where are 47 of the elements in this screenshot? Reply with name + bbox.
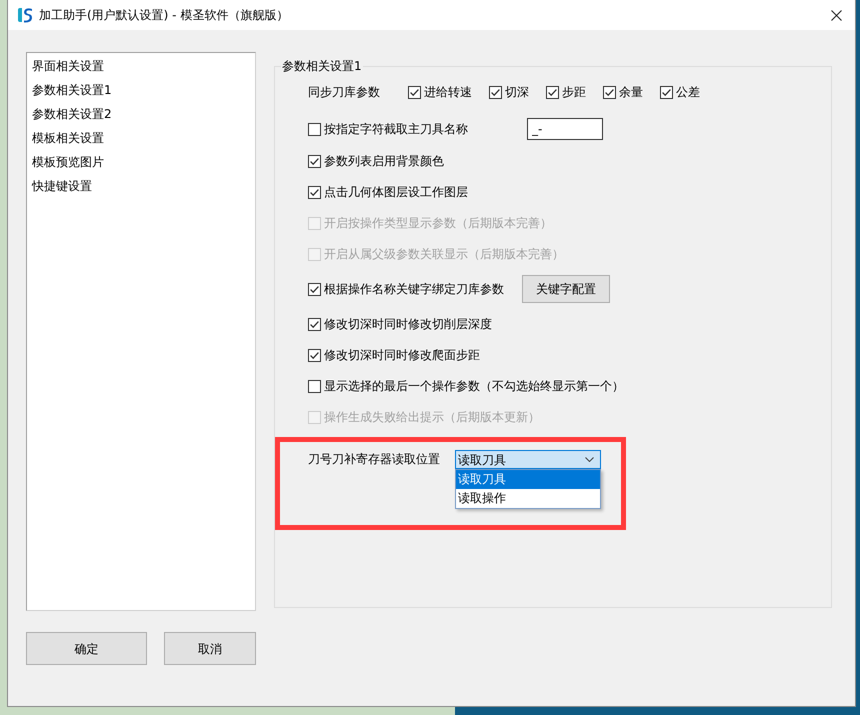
sidebar-item[interactable]: 界面相关设置	[27, 54, 255, 78]
checkbox[interactable]	[308, 380, 321, 392]
checkbox-label: 切深	[505, 84, 529, 100]
chevron-down-icon	[585, 457, 594, 462]
dropdown-option[interactable]: 读取操作	[456, 489, 600, 508]
sidebar-item[interactable]: 参数相关设置2	[27, 102, 255, 126]
checkbox[interactable]	[308, 122, 321, 136]
window-title: 加工助手(用户默认设置) - 模圣软件（旗舰版）	[39, 7, 288, 23]
checkbox[interactable]	[408, 86, 421, 98]
close-icon[interactable]	[831, 10, 842, 20]
checkbox[interactable]	[308, 318, 321, 330]
checkbox[interactable]	[546, 86, 559, 98]
checkbox-label: 参数列表启用背景颜色	[324, 153, 444, 169]
field-label: 刀号刀补寄存器读取位置	[308, 451, 440, 468]
checkbox[interactable]	[308, 154, 321, 168]
sidebar-item[interactable]: 模板相关设置	[27, 126, 255, 150]
dropdown-select[interactable]: 读取刀具	[455, 450, 601, 469]
checkbox[interactable]	[603, 86, 616, 98]
text-field[interactable]: _-	[527, 118, 603, 140]
checkbox[interactable]	[308, 186, 321, 198]
checkbox-label: 操作生成失败给出提示（后期版本更新）	[324, 409, 540, 425]
sidebar-item[interactable]: 模板预览图片	[27, 150, 255, 174]
checkbox[interactable]	[308, 348, 321, 362]
checkbox-label: 开启从属父级参数关联显示（后期版本完善）	[324, 246, 564, 262]
sidebar-item[interactable]: 快捷键设置	[27, 174, 255, 198]
checkbox-label: 点击几何体图层设工作图层	[324, 184, 468, 200]
checkbox-label: 根据操作名称关键字绑定刀库参数	[324, 281, 504, 297]
checkbox-label: 修改切深时同时修改爬面步距	[324, 347, 480, 363]
ok-button[interactable]: 确定	[26, 632, 147, 665]
cancel-button[interactable]: 取消	[164, 632, 256, 665]
checkbox-label: 步距	[562, 84, 586, 100]
checkbox-label: 余量	[619, 84, 643, 100]
checkbox[interactable]	[308, 282, 321, 296]
checkbox[interactable]	[489, 86, 502, 98]
checkbox-label: 公差	[676, 84, 700, 100]
checkbox-label: 按指定字符截取主刀具名称	[324, 121, 468, 137]
checkbox[interactable]	[660, 86, 673, 98]
checkbox-label: 显示选择的最后一个操作参数（不勾选始终显示第一个）	[324, 378, 624, 394]
app-logo-icon	[17, 7, 33, 23]
sync-label: 同步刀库参数	[308, 84, 380, 100]
group-title: 参数相关设置1	[281, 58, 363, 74]
sidebar-item[interactable]: 参数相关设置1	[27, 78, 255, 102]
config-button[interactable]: 关键字配置	[522, 275, 610, 303]
checkbox-label: 修改切深时同时修改切削层深度	[324, 316, 492, 332]
checkbox-label: 进给转速	[424, 84, 472, 100]
checkbox-label: 开启按操作类型显示参数（后期版本完善）	[324, 215, 552, 231]
dropdown-option[interactable]: 读取刀具	[456, 470, 600, 489]
